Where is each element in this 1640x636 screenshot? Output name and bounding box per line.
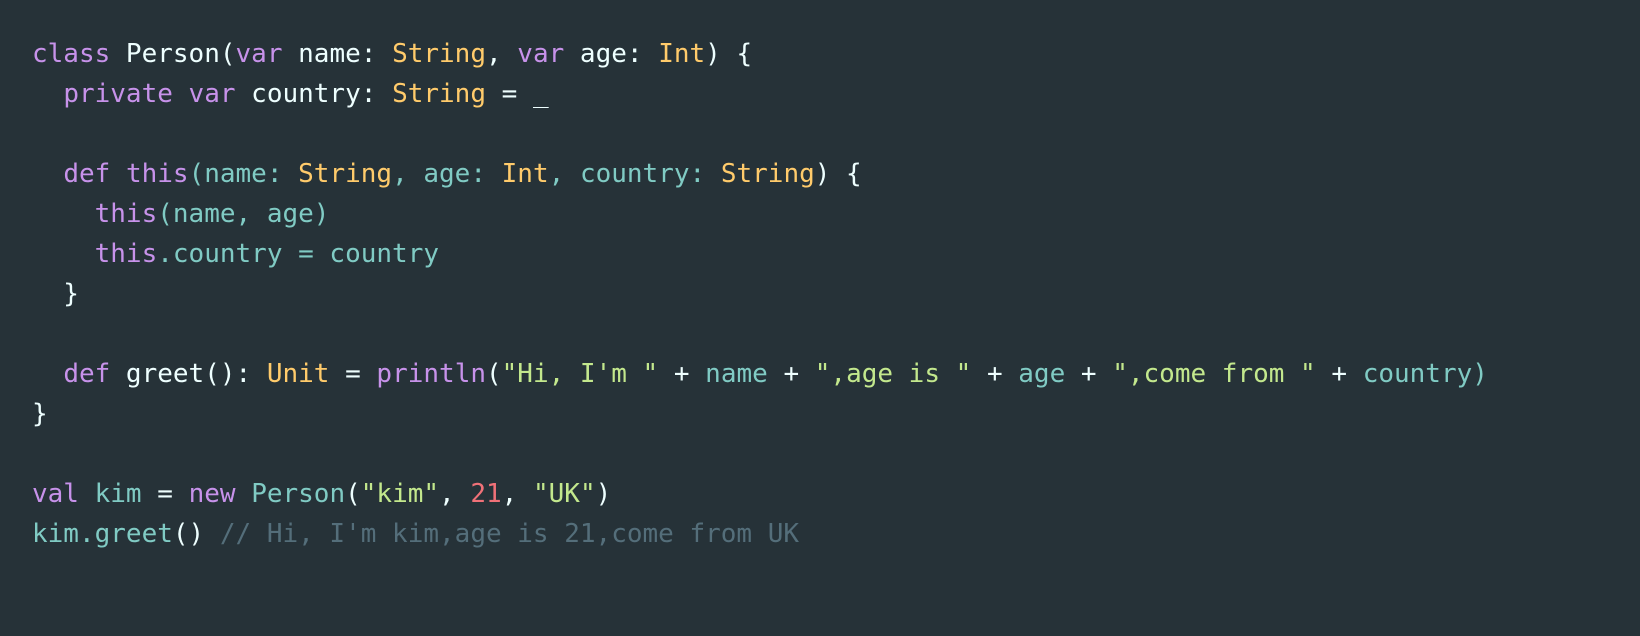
- code-token: ",age is ": [814, 359, 972, 389]
- code-line: }: [32, 394, 1640, 434]
- code-line: }: [32, 274, 1640, 314]
- code-token: "UK": [532, 479, 596, 509]
- code-token: new: [188, 479, 236, 509]
- code-token: age: [1018, 359, 1066, 389]
- code-token: ,: [485, 39, 518, 69]
- code-token: =: [141, 479, 189, 509]
- code-token: +: [658, 359, 706, 389]
- code-token: var: [235, 39, 283, 69]
- code-token: Int: [658, 39, 706, 69]
- code-token: var: [188, 79, 236, 109]
- code-token: ,: [548, 159, 580, 189]
- code-token: +: [971, 359, 1019, 389]
- code-token: (name, age): [157, 199, 330, 229]
- code-token: name:: [282, 39, 393, 69]
- code-token: this: [125, 159, 189, 189]
- code-token: age:: [423, 159, 502, 189]
- code-line: def this(name: String, age: Int, country…: [32, 154, 1640, 194]
- code-token: (: [345, 479, 361, 509]
- code-token: this: [94, 239, 158, 269]
- code-token: country): [1362, 359, 1488, 389]
- code-token: 21: [470, 479, 502, 509]
- code-token: Unit: [266, 359, 330, 389]
- code-token: Person: [251, 479, 346, 509]
- code-token: String: [720, 159, 815, 189]
- code-line: this(name, age): [32, 194, 1640, 234]
- code-token: Int: [501, 159, 549, 189]
- code-block[interactable]: class Person(var name: String, var age: …: [0, 0, 1640, 636]
- code-line: [32, 314, 1640, 354]
- code-token: // Hi, I'm kim,age is 21,come from UK: [219, 519, 800, 549]
- code-token: ) {: [705, 39, 753, 69]
- code-token: String: [392, 39, 486, 69]
- code-line: this.country = country: [32, 234, 1640, 274]
- code-token: +: [767, 359, 815, 389]
- code-token: "kim": [360, 479, 440, 509]
- code-token: println: [376, 359, 486, 389]
- code-token: country:: [235, 79, 393, 109]
- code-token: val: [32, 479, 79, 509]
- code-token: this: [94, 199, 158, 229]
- code-token: }: [32, 399, 48, 429]
- code-token: ,: [392, 159, 424, 189]
- code-token: def: [63, 359, 111, 389]
- code-token: name: [705, 359, 768, 389]
- code-token: kim: [78, 479, 142, 509]
- code-token: String: [392, 79, 486, 109]
- code-line: [32, 434, 1640, 474]
- code-token: greet():: [110, 359, 267, 389]
- code-token: .country = country: [157, 239, 440, 269]
- code-token: age:: [564, 39, 659, 69]
- code-token: def: [63, 159, 111, 189]
- code-token: kim.greet: [32, 519, 173, 549]
- code-line: val kim = new Person("kim", 21, "UK"): [32, 474, 1640, 514]
- code-token: ) {: [814, 159, 862, 189]
- code-line: def greet(): Unit = println("Hi, I'm " +…: [32, 354, 1640, 394]
- code-line: class Person(var name: String, var age: …: [32, 34, 1640, 74]
- code-lines-container: class Person(var name: String, var age: …: [32, 34, 1640, 554]
- code-token: var: [517, 39, 565, 69]
- code-line: kim.greet() // Hi, I'm kim,age is 21,com…: [32, 514, 1640, 554]
- code-token: Person(: [110, 39, 236, 69]
- code-token: +: [1065, 359, 1113, 389]
- code-token: ): [595, 479, 612, 509]
- code-token: ",come from ": [1112, 359, 1316, 389]
- code-token: country:: [579, 159, 721, 189]
- code-token: class: [32, 39, 111, 69]
- code-token: }: [32, 279, 79, 309]
- code-token: =: [329, 359, 377, 389]
- code-token: private: [63, 79, 173, 109]
- code-line: private var country: String = _: [32, 74, 1640, 114]
- code-line: [32, 114, 1640, 154]
- code-token: ,: [501, 479, 533, 509]
- code-token: = _: [485, 79, 549, 109]
- code-token: (): [172, 519, 205, 549]
- code-token: (: [486, 359, 502, 389]
- code-token: String: [298, 159, 393, 189]
- code-token: +: [1315, 359, 1363, 389]
- code-token: ,: [439, 479, 471, 509]
- code-token: "Hi, I'm ": [501, 359, 659, 389]
- code-token: (name:: [188, 159, 299, 189]
